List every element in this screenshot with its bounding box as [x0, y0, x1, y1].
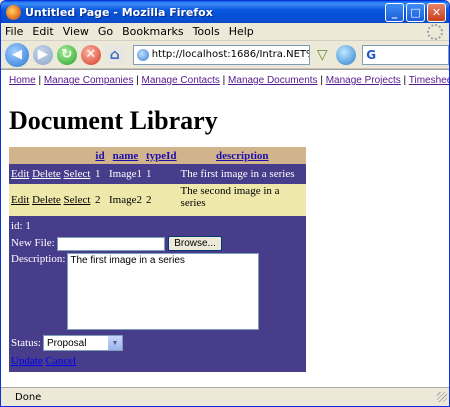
menu-help[interactable]: Help	[229, 25, 254, 38]
table-row: Edit Delete Select 1 Image1 1 The first …	[9, 164, 306, 184]
status-label: Status:	[11, 337, 41, 349]
resize-grip-icon[interactable]	[437, 392, 447, 402]
cell-id: 2	[93, 184, 107, 216]
browse-button[interactable]: Browse...	[168, 236, 222, 251]
file-row: New File: Browse...	[11, 236, 304, 251]
search-input[interactable]: G	[362, 44, 449, 65]
cell-name: Image1	[107, 164, 144, 184]
menu-file[interactable]: File	[5, 25, 23, 38]
browser-window: Untitled Page - Mozilla Firefox _ □ ✕ Fi…	[0, 0, 450, 407]
forward-icon[interactable]: ▶	[32, 44, 53, 65]
reload-icon[interactable]: ↻	[56, 44, 77, 65]
select-link[interactable]: Select	[64, 168, 91, 180]
description-textarea[interactable]: The first image in a series	[67, 253, 260, 330]
document-grid: id name typeId description Edit Delete S…	[9, 147, 306, 216]
cell-typeid: 2	[143, 184, 179, 216]
cancel-link[interactable]: Cancel	[46, 355, 77, 367]
minimize-button[interactable]: _	[385, 2, 404, 22]
grid-header-row: id name typeId description	[9, 147, 306, 164]
select-link[interactable]: Select	[64, 194, 91, 206]
table-row: Edit Delete Select 2 Image2 2 The second…	[9, 184, 306, 216]
page-content: Home | Manage Companies | Manage Contact…	[1, 69, 449, 388]
title-bar: Untitled Page - Mozilla Firefox _ □ ✕	[1, 1, 449, 23]
edit-link[interactable]: Edit	[11, 194, 29, 206]
url-text: http://localhost:1686/Intra.NET%20	[151, 49, 310, 60]
cell-typeid: 1	[143, 164, 179, 184]
delete-link[interactable]: Delete	[32, 168, 61, 180]
cell-description: The second image in a series	[178, 184, 306, 216]
page-title: Document Library	[9, 106, 218, 135]
status-value: Proposal	[46, 337, 87, 349]
menu-go[interactable]: Go	[98, 25, 113, 38]
throbber-icon	[427, 23, 443, 40]
column-header-description[interactable]: description	[216, 150, 269, 162]
site-nav: Home | Manage Companies | Manage Contact…	[9, 75, 449, 86]
menu-bar: File Edit View Go Bookmarks Tools Help	[1, 23, 449, 41]
status-select[interactable]: Proposal ▼	[42, 335, 123, 351]
update-link[interactable]: Update	[11, 355, 43, 367]
url-bar[interactable]: http://localhost:1686/Intra.NET%20	[132, 44, 311, 65]
menu-edit[interactable]: Edit	[32, 25, 53, 38]
firefox-icon	[6, 4, 21, 20]
back-icon[interactable]: ◀	[5, 42, 29, 67]
close-button[interactable]: ✕	[427, 2, 446, 22]
stop-icon[interactable]: ✕	[80, 44, 101, 65]
google-search-icon: G	[366, 47, 377, 62]
edit-panel: id: 1 New File: Browse... Description: T…	[9, 216, 306, 372]
cell-description: The first image in a series	[178, 164, 306, 184]
link-manage-contacts[interactable]: Manage Contacts	[142, 75, 220, 86]
cell-name: Image2	[107, 184, 144, 216]
navigation-toolbar: ◀ ▶ ↻ ✕ ⌂ http://localhost:1686/Intra.NE…	[1, 41, 449, 69]
link-home[interactable]: Home	[9, 75, 36, 86]
edit-actions: Update Cancel	[11, 355, 76, 367]
status-row: Status: Proposal ▼	[11, 335, 304, 351]
row-actions: Edit Delete Select	[9, 164, 93, 184]
cell-id: 1	[93, 164, 107, 184]
file-input[interactable]	[57, 236, 166, 251]
menu-tools[interactable]: Tools	[193, 25, 220, 38]
description-row: Description: The first image in a series	[11, 253, 304, 330]
description-label: Description:	[11, 253, 66, 265]
column-header-id[interactable]: id	[95, 150, 104, 162]
link-manage-documents[interactable]: Manage Documents	[228, 75, 318, 86]
window-title: Untitled Page - Mozilla Firefox	[25, 5, 213, 19]
link-manage-projects[interactable]: Manage Projects	[326, 75, 401, 86]
edit-id: id: 1	[11, 220, 31, 232]
file-label: New File:	[11, 237, 55, 250]
go-icon[interactable]	[336, 44, 357, 65]
row-actions: Edit Delete Select	[9, 184, 93, 216]
maximize-button[interactable]: □	[406, 2, 425, 22]
menu-bookmarks[interactable]: Bookmarks	[122, 25, 183, 38]
home-icon[interactable]: ⌂	[104, 44, 125, 65]
globe-icon	[136, 48, 149, 61]
status-bar: Done	[1, 387, 449, 406]
column-header-typeid[interactable]: typeId	[146, 150, 177, 162]
menu-view[interactable]: View	[63, 25, 89, 38]
link-manage-companies[interactable]: Manage Companies	[44, 75, 134, 86]
actions-header	[9, 147, 93, 164]
bookmark-dropdown-icon[interactable]: ▽	[314, 46, 330, 64]
status-text: Done	[15, 391, 42, 403]
edit-link[interactable]: Edit	[11, 168, 29, 180]
column-header-name[interactable]: name	[113, 150, 139, 162]
chevron-down-icon[interactable]: ▼	[107, 336, 122, 350]
link-timesheets[interactable]: Timesheets	[409, 75, 449, 86]
delete-link[interactable]: Delete	[32, 194, 61, 206]
